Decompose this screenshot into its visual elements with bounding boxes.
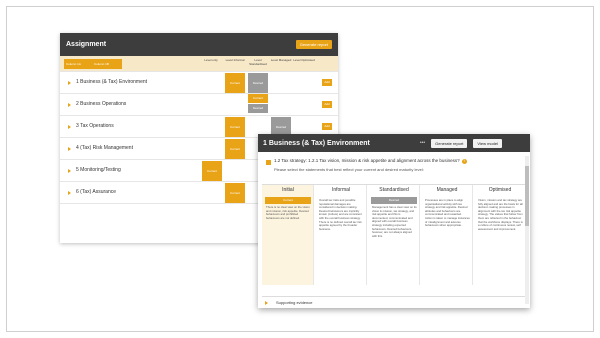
supporting-evidence-label: Supporting evidence [276, 300, 313, 305]
help-icon[interactable]: ? [461, 159, 467, 164]
row-label: 2 Business Operations [76, 101, 127, 107]
maturity-levels: Initial Current There is no clear view o… [262, 184, 526, 285]
assignment-generate-report-button[interactable]: Generate report [295, 40, 332, 49]
current-level-tag: Current [265, 197, 311, 204]
level-column-optimised[interactable]: Optimised Vision, mission and tax strate… [474, 185, 526, 285]
current-cell[interactable]: Current [225, 183, 245, 203]
current-cell[interactable]: Current [225, 139, 245, 159]
expand-arrow-icon[interactable] [68, 103, 71, 107]
more-options-icon[interactable]: ••• [420, 140, 425, 146]
scrollbar[interactable] [525, 156, 529, 304]
detail-generate-report-button[interactable]: Generate report [431, 138, 468, 148]
row-label: 3 Tax Operations [76, 123, 114, 129]
expand-arrow-icon[interactable] [68, 147, 71, 151]
column-header-informal: Level Informal [225, 58, 245, 62]
filter-column-1a[interactable]: Column 1A [64, 59, 92, 69]
row-label: 4 (Tax) Risk Management [76, 145, 133, 151]
expand-arrow-icon[interactable] [68, 81, 71, 85]
current-cell[interactable]: Current [225, 73, 245, 93]
level-name: Initial [282, 187, 294, 193]
column-header-optimised: Level Optimised [293, 58, 315, 62]
detail-title: 1 Business (& Tax) Environment [263, 139, 370, 147]
row-label: 6 (Tax) Assurance [76, 189, 117, 195]
desired-level-tag: Desired [371, 197, 417, 204]
view-model-button[interactable]: View model [473, 138, 502, 148]
row-label: 5 Monitoring/Testing [76, 167, 121, 173]
level-description: Processes are in place to align organisa… [425, 198, 470, 228]
level-column-standardised[interactable]: Standardised Desired Management has a cl… [368, 185, 420, 285]
add-button[interactable]: Add [322, 79, 332, 86]
question-instruction: Please select the statements that best r… [274, 167, 424, 172]
detail-header: 1 Business (& Tax) Environment ••• Gener… [258, 134, 530, 152]
column-header-only: Level only [204, 58, 218, 62]
level-column-initial[interactable]: Initial Current There is no clear view o… [262, 185, 314, 285]
table-row[interactable]: 1 Business (& Tax) Environment Current D… [60, 71, 338, 93]
row-label: 1 Business (& Tax) Environment [76, 79, 148, 85]
table-row[interactable]: 2 Business Operations Current Desired Ad… [60, 93, 338, 115]
filter-column-1b[interactable]: Column 1B [92, 59, 122, 69]
column-header-managed: Level Managed [270, 58, 292, 62]
current-cell[interactable]: Current [225, 117, 245, 137]
level-description: Vision, mission and tax strategy are ful… [478, 198, 523, 231]
level-name: Managed [436, 187, 458, 193]
current-cell[interactable]: Current [248, 94, 268, 103]
level-name: Optimised [488, 187, 512, 193]
level-name: Informal [331, 187, 351, 193]
assignment-header: Assignment Generate report [60, 33, 338, 56]
current-cell[interactable]: Current [202, 161, 222, 181]
level-description: Overall tax risks and possible reputatio… [319, 198, 362, 231]
level-description: Management has a clear view on its visio… [372, 205, 417, 238]
question-text: 1.2 Tax strategy: 1.2.1 Tax vision, miss… [274, 158, 467, 164]
add-button[interactable]: Add [322, 123, 332, 130]
level-column-informal[interactable]: Informal Overall tax risks and possible … [315, 185, 367, 285]
expand-arrow-icon[interactable] [265, 301, 268, 305]
expand-arrow-icon[interactable] [68, 125, 71, 129]
expand-arrow-icon[interactable] [68, 169, 71, 173]
assignment-title: Assignment [66, 41, 107, 48]
supporting-evidence-row[interactable]: Supporting evidence [262, 296, 526, 308]
scrollbar-thumb[interactable] [525, 166, 529, 226]
level-name: Standardised [379, 187, 409, 193]
column-header-standardised: Level Standardised [249, 58, 267, 66]
level-column-managed[interactable]: Managed Processes are in place to align … [421, 185, 473, 285]
question-list-icon [266, 160, 271, 165]
add-button[interactable]: Add [322, 101, 332, 108]
desired-cell[interactable]: Desired [248, 73, 268, 93]
desired-cell[interactable]: Desired [248, 104, 268, 113]
maturity-detail-panel: 1 Business (& Tax) Environment ••• Gener… [258, 134, 530, 308]
level-description: There is no clear view on the vision and… [266, 205, 310, 220]
expand-arrow-icon[interactable] [68, 191, 71, 195]
